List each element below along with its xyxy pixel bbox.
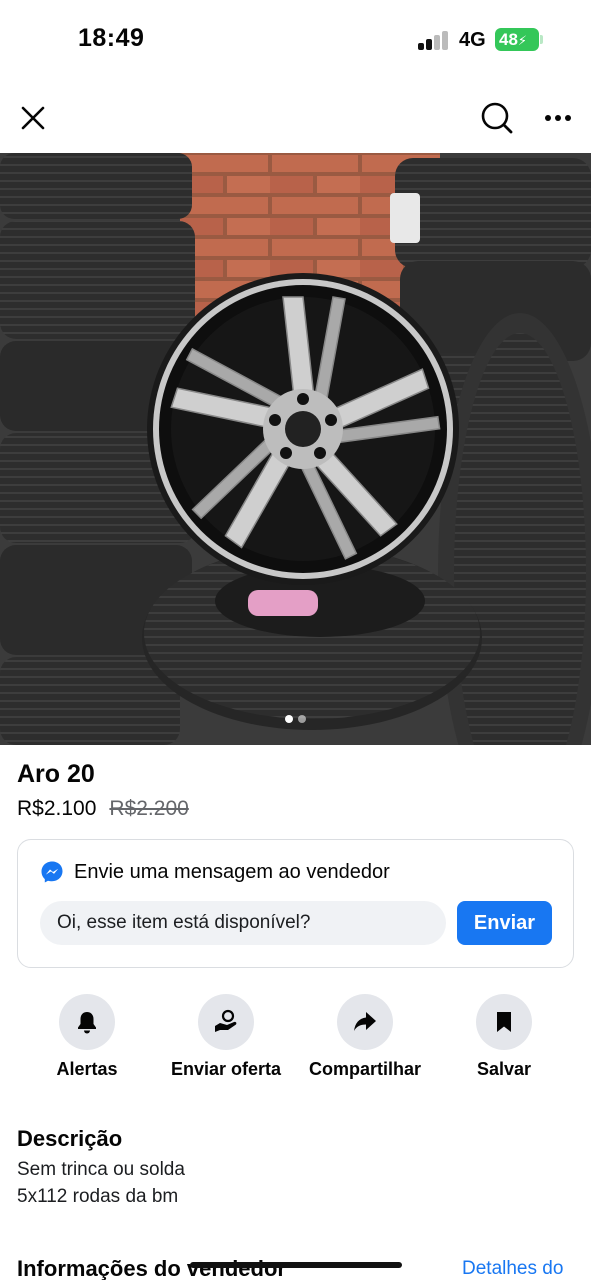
alloy-rim xyxy=(147,273,459,585)
top-nav xyxy=(0,86,591,148)
alerts-label: Alertas xyxy=(56,1059,118,1079)
description-line: Sem trinca ou solda xyxy=(17,1159,185,1180)
gallery-dots xyxy=(0,715,591,723)
battery-level: 48 xyxy=(499,30,518,49)
message-seller-card: Envie uma mensagem ao vendedor Oi, esse … xyxy=(17,839,574,968)
action-bar: Alertas Enviar oferta Compartilhar Salva… xyxy=(17,994,574,1084)
more-icon xyxy=(545,115,571,121)
bell-icon xyxy=(78,1012,96,1034)
save-circle xyxy=(476,994,532,1050)
original-price: R$2.200 xyxy=(109,797,189,820)
send-button[interactable]: Enviar xyxy=(457,901,552,945)
network-type: 4G xyxy=(459,29,486,51)
status-bar: 18:49 4G 48⚡ xyxy=(0,0,591,80)
wheel-photo xyxy=(0,153,591,745)
battery-tip xyxy=(540,35,543,44)
save-button[interactable]: Salvar xyxy=(434,994,574,1080)
seller-info-title: Informações do vendedor xyxy=(17,1256,286,1280)
search-icon xyxy=(481,102,513,134)
offer-hand-icon xyxy=(215,1009,237,1032)
more-button[interactable] xyxy=(536,96,580,140)
send-offer-button[interactable]: Enviar oferta xyxy=(156,994,296,1080)
seller-details-link[interactable]: Detalhes do xyxy=(462,1258,563,1280)
price-row: R$2.100 R$2.200 xyxy=(17,797,189,821)
send-offer-circle xyxy=(198,994,254,1050)
share-button[interactable]: Compartilhar xyxy=(295,994,435,1080)
battery-icon: 48⚡ xyxy=(495,28,539,51)
alerts-button[interactable]: Alertas xyxy=(17,994,157,1080)
send-offer-label: Enviar oferta xyxy=(170,1059,282,1079)
status-time: 18:49 xyxy=(78,24,145,52)
search-button[interactable] xyxy=(475,96,519,140)
alerts-circle xyxy=(59,994,115,1050)
save-label: Salvar xyxy=(476,1059,532,1079)
message-input[interactable]: Oi, esse item está disponível? xyxy=(40,901,446,945)
close-icon xyxy=(21,106,45,130)
bookmark-icon xyxy=(497,1012,511,1032)
gallery-dot[interactable] xyxy=(285,715,293,723)
close-button[interactable] xyxy=(11,96,55,140)
gallery-dot[interactable] xyxy=(298,715,306,723)
description-line: 5x112 rodas da bm xyxy=(17,1186,179,1207)
messenger-icon xyxy=(41,861,63,883)
price: R$2.100 xyxy=(17,797,97,820)
message-header-label: Envie uma mensagem ao vendedor xyxy=(74,860,390,883)
listing-photo[interactable] xyxy=(0,153,591,745)
share-icon xyxy=(354,1012,376,1031)
description-title: Descrição xyxy=(17,1126,123,1151)
share-circle xyxy=(337,994,393,1050)
listing-title: Aro 20 xyxy=(17,760,95,788)
share-label: Compartilhar xyxy=(308,1059,422,1079)
home-indicator[interactable] xyxy=(190,1262,402,1268)
message-header: Envie uma mensagem ao vendedor xyxy=(40,860,390,884)
signal-icon xyxy=(418,30,452,50)
